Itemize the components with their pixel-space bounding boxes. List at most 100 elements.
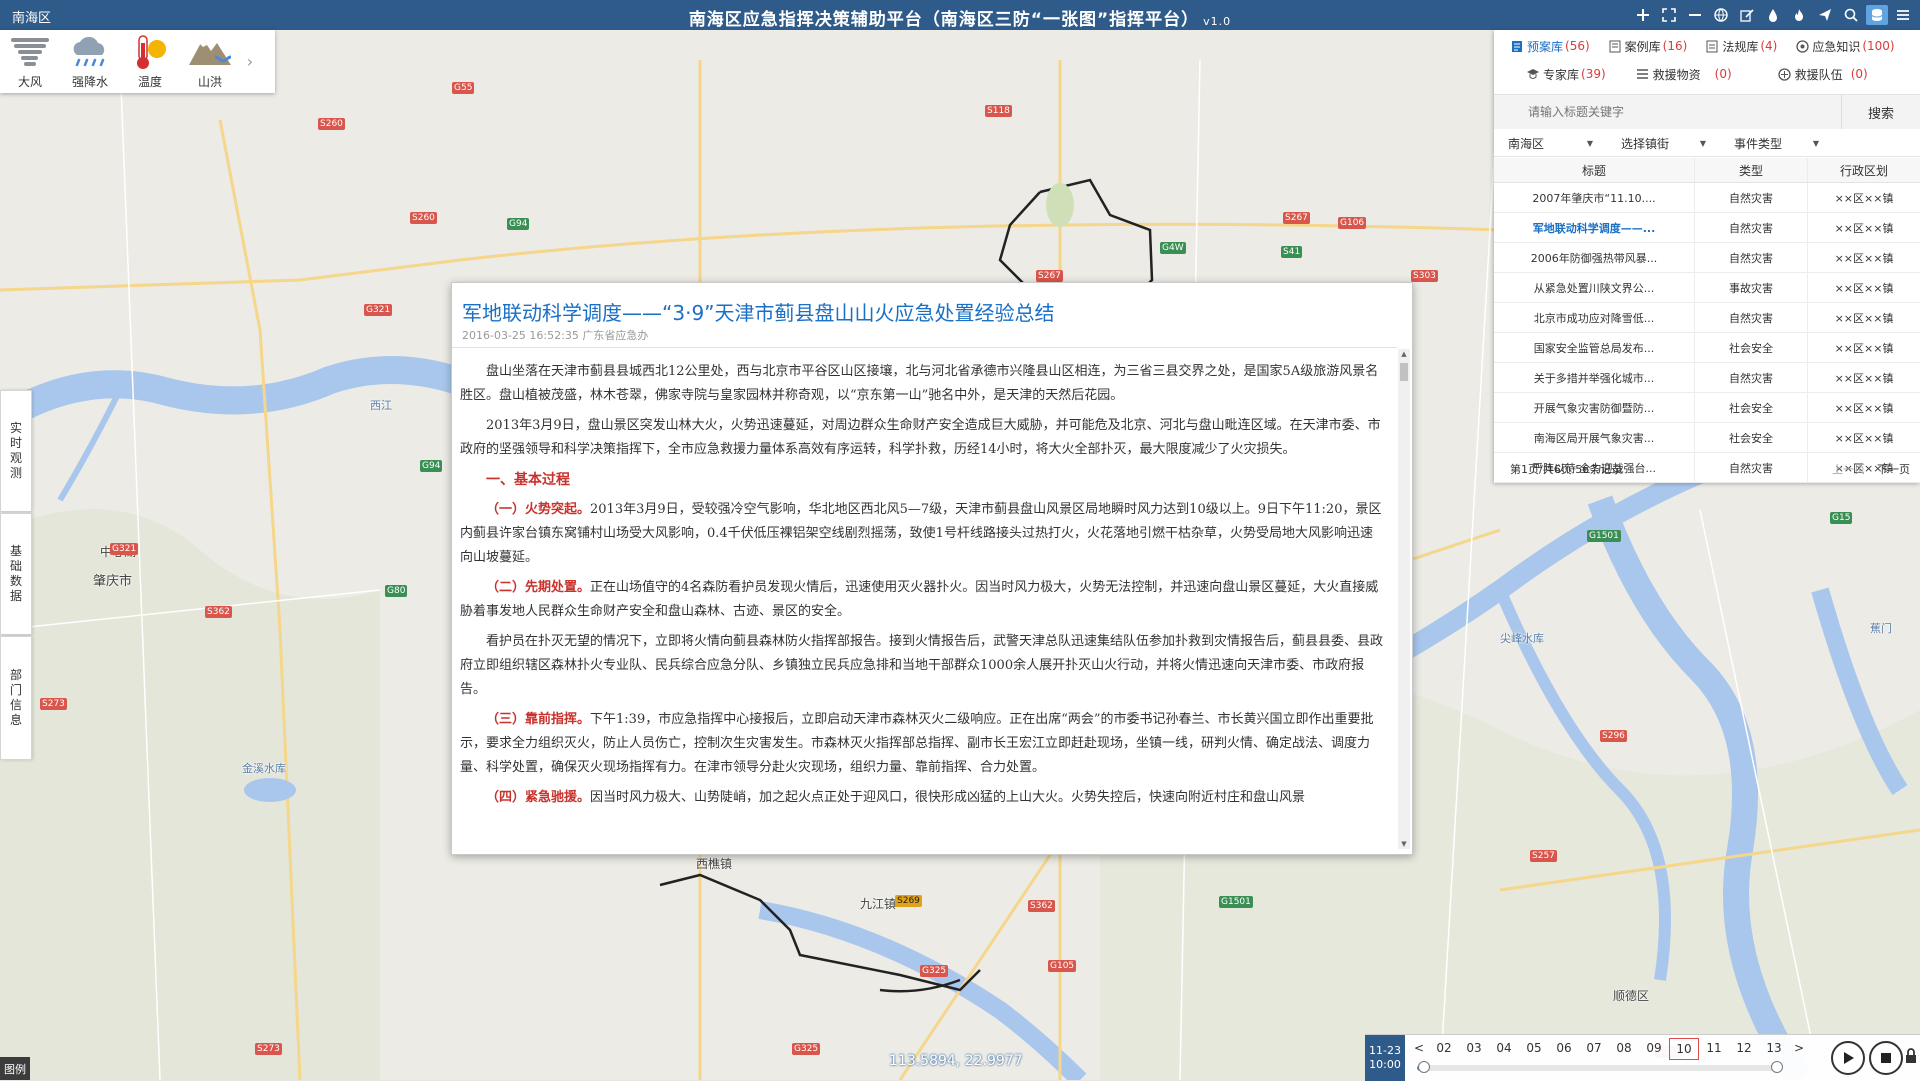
map-place-label: 九江镇 xyxy=(860,895,896,912)
library-count: (16) xyxy=(1663,39,1688,53)
timeline-track[interactable] xyxy=(1417,1065,1777,1071)
weather-wind-button[interactable]: 大风 xyxy=(0,30,60,93)
menu-icon[interactable] xyxy=(1892,5,1914,25)
table-row[interactable]: 关于多措并举强化城市...自然灾害××区××镇 xyxy=(1494,363,1920,393)
timeline-hour[interactable]: 11 xyxy=(1699,1038,1729,1060)
weather-rain-button[interactable]: 强降水 xyxy=(60,30,120,93)
column-header-region[interactable]: 行政区划 xyxy=(1808,158,1920,183)
caret-down-icon: ▼ xyxy=(1813,139,1819,148)
road-shield: G94 xyxy=(420,460,442,472)
table-row[interactable]: 2006年防御强热带风暴...自然灾害××区××镇 xyxy=(1494,243,1920,273)
timeline-next-button[interactable]: > xyxy=(1789,1038,1809,1060)
drop-icon[interactable] xyxy=(1762,5,1784,25)
timeline-hour[interactable]: 10 xyxy=(1669,1038,1699,1060)
column-header-type[interactable]: 类型 xyxy=(1695,158,1808,183)
article-body[interactable]: 盘山坐落在天津市蓟县县城西北12公里处，西与北京市平谷区山区接壤，北与河北省承德… xyxy=(452,347,1397,850)
legend-button[interactable]: 图例 xyxy=(0,1057,30,1080)
map-place-label: 尖峰水库 xyxy=(1500,630,1544,646)
timeline-hour[interactable]: 13 xyxy=(1759,1038,1789,1060)
tab-emergency-knowledge[interactable]: 应急知识(100) xyxy=(1795,38,1894,55)
table-row[interactable]: 国家安全监管总局发布...社会安全××区××镇 xyxy=(1494,333,1920,363)
timeline-hour[interactable]: 09 xyxy=(1639,1038,1669,1060)
table-row[interactable]: 北京市成功应对降雪低...自然灾害××区××镇 xyxy=(1494,303,1920,333)
article-text: 下午1:39，市应急指挥中心接报后，立即启动天津市森林灭火二级响应。正在出席“两… xyxy=(460,712,1374,775)
tab-rescue-supplies[interactable]: 救援物资(0) xyxy=(1636,66,1732,83)
lock-icon[interactable] xyxy=(1905,1048,1917,1068)
weather-label: 山洪 xyxy=(198,73,222,90)
scroll-down-icon[interactable]: ▼ xyxy=(1398,839,1410,849)
timeline-hour[interactable]: 08 xyxy=(1609,1038,1639,1060)
fullscreen-icon[interactable] xyxy=(1658,5,1680,25)
weather-layer-panel: 大风 强降水 温度 山洪 › xyxy=(0,30,275,93)
cell-title[interactable]: 从紧急处置川陕文界公... xyxy=(1494,273,1695,303)
plan-icon xyxy=(1510,39,1524,53)
timeline-hour[interactable]: 06 xyxy=(1549,1038,1579,1060)
district-select[interactable]: 南海区▼ xyxy=(1494,130,1607,156)
cell-title[interactable]: 开展气象灾害防御暨防... xyxy=(1494,393,1695,423)
library-count: (56) xyxy=(1565,39,1590,53)
road-shield: G4W xyxy=(1160,242,1186,254)
timeline-hour[interactable]: 02 xyxy=(1429,1038,1459,1060)
timeline-control: 11-23 10:00 <020304050607080910111213> xyxy=(1365,1034,1920,1081)
tab-rescue-teams[interactable]: 救援队伍(0) xyxy=(1778,66,1868,83)
tab-realtime-observation[interactable]: 实时观测 xyxy=(0,390,32,512)
send-icon[interactable] xyxy=(1814,5,1836,25)
cell-title[interactable]: 国家安全监管总局发布... xyxy=(1494,333,1695,363)
minus-icon[interactable] xyxy=(1684,5,1706,25)
edit-icon[interactable] xyxy=(1736,5,1758,25)
cell-title[interactable]: 军地联动科学调度——... xyxy=(1494,213,1695,243)
next-page-button[interactable]: 下一页 xyxy=(1877,461,1910,477)
fire-icon[interactable] xyxy=(1788,5,1810,25)
tab-case-library[interactable]: 案例库(16) xyxy=(1608,38,1688,55)
cell-title[interactable]: 南海区局开展气象灾害... xyxy=(1494,423,1695,453)
plus-icon[interactable] xyxy=(1632,5,1654,25)
article-text: 正在山场值守的4名森防看护员发现火情后，迅速使用灭火器扑火。因当时风力极大，火势… xyxy=(460,580,1378,619)
cell-region: ××区××镇 xyxy=(1808,213,1920,243)
table-header-row: 标题 类型 行政区划 xyxy=(1494,158,1920,183)
tab-department-info[interactable]: 部门信息 xyxy=(0,636,32,760)
scroll-up-icon[interactable]: ▲ xyxy=(1398,349,1410,359)
cell-title[interactable]: 2006年防御强热带风暴... xyxy=(1494,243,1695,273)
timeline-hour[interactable]: 04 xyxy=(1489,1038,1519,1060)
search-input[interactable] xyxy=(1498,99,1838,125)
article-scrollbar[interactable]: ▲ ▼ xyxy=(1398,349,1410,849)
weather-flood-button[interactable]: 山洪 xyxy=(180,30,240,93)
search-button[interactable]: 搜索 xyxy=(1841,95,1920,129)
cell-title[interactable]: 关于多措并举强化城市... xyxy=(1494,363,1695,393)
timeline-hour[interactable]: 05 xyxy=(1519,1038,1549,1060)
scroll-thumb[interactable] xyxy=(1400,363,1408,381)
timeline-end-handle[interactable] xyxy=(1771,1061,1783,1073)
mountain-flood-icon xyxy=(187,33,233,71)
tab-plan-library[interactable]: 预案库(56) xyxy=(1510,38,1590,55)
timeline-hour[interactable]: 03 xyxy=(1459,1038,1489,1060)
search-icon[interactable] xyxy=(1840,5,1862,25)
column-header-title[interactable]: 标题 xyxy=(1494,158,1695,183)
town-select[interactable]: 选择镇街▼ xyxy=(1607,130,1720,156)
table-row[interactable]: 南海区局开展气象灾害...社会安全××区××镇 xyxy=(1494,423,1920,453)
timeline-hour[interactable]: 07 xyxy=(1579,1038,1609,1060)
cell-title[interactable]: 2007年肇庆市“11.10.... xyxy=(1494,183,1695,213)
stop-button[interactable] xyxy=(1869,1041,1903,1075)
table-row[interactable]: 开展气象灾害防御暨防...社会安全××区××镇 xyxy=(1494,393,1920,423)
database-icon[interactable] xyxy=(1866,5,1888,25)
article-text: 因当时风力极大、山势陡峭，加之起火点正处于迎风口，很快形成凶猛的上山大火。火势失… xyxy=(590,790,1305,805)
road-shield: G321 xyxy=(364,304,392,316)
timeline-hour[interactable]: 12 xyxy=(1729,1038,1759,1060)
event-type-select[interactable]: 事件类型▼ xyxy=(1720,130,1833,156)
timeline-handle[interactable] xyxy=(1418,1061,1430,1073)
chevron-right-icon[interactable]: › xyxy=(240,30,260,93)
table-row[interactable]: 军地联动科学调度——...自然灾害××区××镇 xyxy=(1494,213,1920,243)
tab-law-library[interactable]: 法规库(4) xyxy=(1705,38,1777,55)
road-shield: G94 xyxy=(507,218,529,230)
play-button[interactable] xyxy=(1831,1041,1865,1075)
tab-basic-data[interactable]: 基础数据 xyxy=(0,513,32,635)
globe-icon[interactable] xyxy=(1710,5,1732,25)
timeline-prev-button[interactable]: < xyxy=(1409,1038,1429,1060)
tab-expert-library[interactable]: 专家库(39) xyxy=(1526,66,1606,83)
article-heading: 一、基本过程 xyxy=(460,468,1385,492)
weather-temperature-button[interactable]: 温度 xyxy=(120,30,180,93)
table-row[interactable]: 从紧急处置川陕文界公...事故灾害××区××镇 xyxy=(1494,273,1920,303)
table-row[interactable]: 2007年肇庆市“11.10....自然灾害××区××镇 xyxy=(1494,183,1920,213)
cell-title[interactable]: 北京市成功应对降雪低... xyxy=(1494,303,1695,333)
prev-page-button[interactable]: 上一页 xyxy=(1832,461,1865,477)
